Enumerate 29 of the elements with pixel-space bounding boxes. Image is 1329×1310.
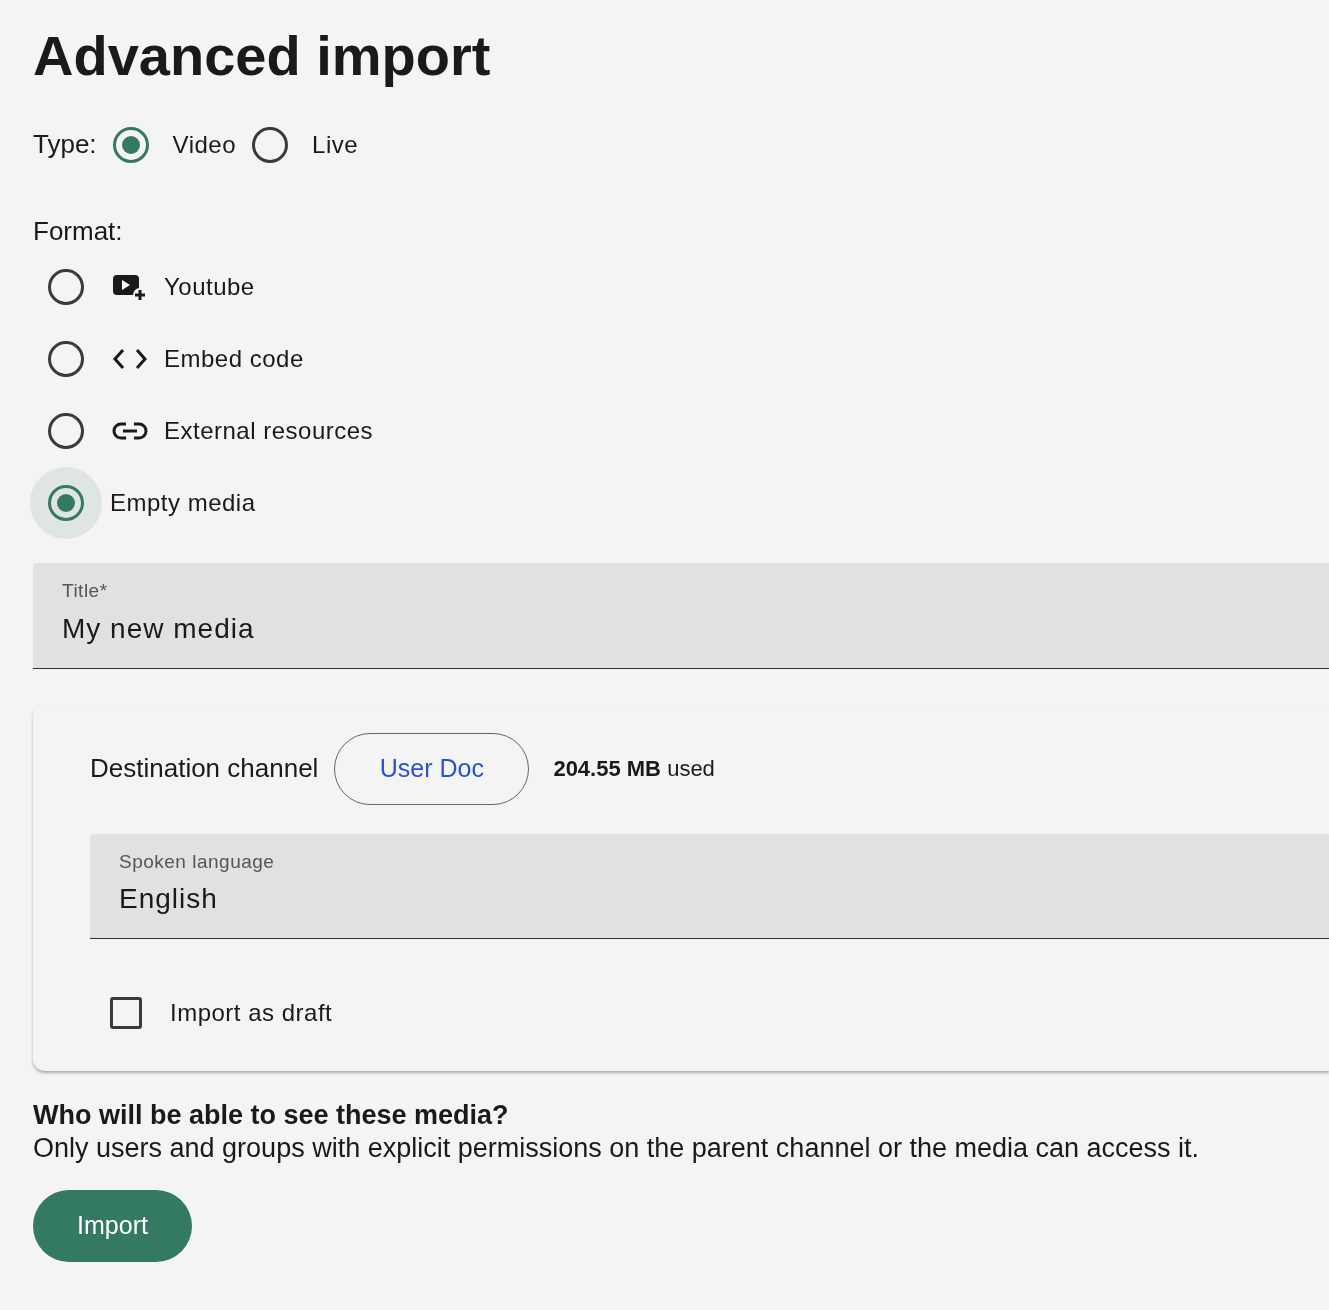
checkbox[interactable] (110, 997, 142, 1030)
radio-button[interactable] (48, 341, 84, 378)
field-value: My new media (62, 611, 256, 646)
import-button[interactable]: Import (33, 1189, 192, 1262)
checkbox-label[interactable]: Import as draft (170, 995, 333, 1032)
radio-button[interactable] (48, 485, 84, 522)
radio-button[interactable] (48, 269, 84, 306)
page-title: Advanced import (33, 23, 492, 89)
field-label: Spoken language (119, 849, 276, 874)
radio-label[interactable]: Video (172, 126, 237, 163)
title-field[interactable]: Title* My new media (33, 563, 1329, 669)
radio-button[interactable] (112, 126, 149, 163)
destination-label: Destination channel (90, 752, 319, 786)
field-label: Title* (62, 579, 109, 604)
type-label: Type: (33, 128, 97, 162)
format-label: Format: (33, 215, 124, 249)
language-field[interactable]: Spoken language English (90, 833, 1329, 940)
radio-button[interactable] (48, 413, 84, 450)
radio-label[interactable]: Embed code (164, 341, 304, 378)
radio-label[interactable]: Empty media (110, 485, 256, 522)
video-plus-icon (112, 272, 148, 303)
field-value: English (119, 882, 219, 917)
visibility-text: Only users and groups with explicit permissions on the parent channel or the media can access it. (33, 1131, 1201, 1164)
radio-label[interactable]: Live (312, 126, 359, 163)
radio-label[interactable]: External resources (164, 413, 374, 450)
radio-label[interactable]: Youtube (164, 269, 255, 306)
storage-usage: 204.55 MB used (553, 755, 715, 784)
visibility-heading: Who will be able to see these media? (33, 1099, 510, 1132)
radio-button[interactable] (252, 126, 289, 163)
